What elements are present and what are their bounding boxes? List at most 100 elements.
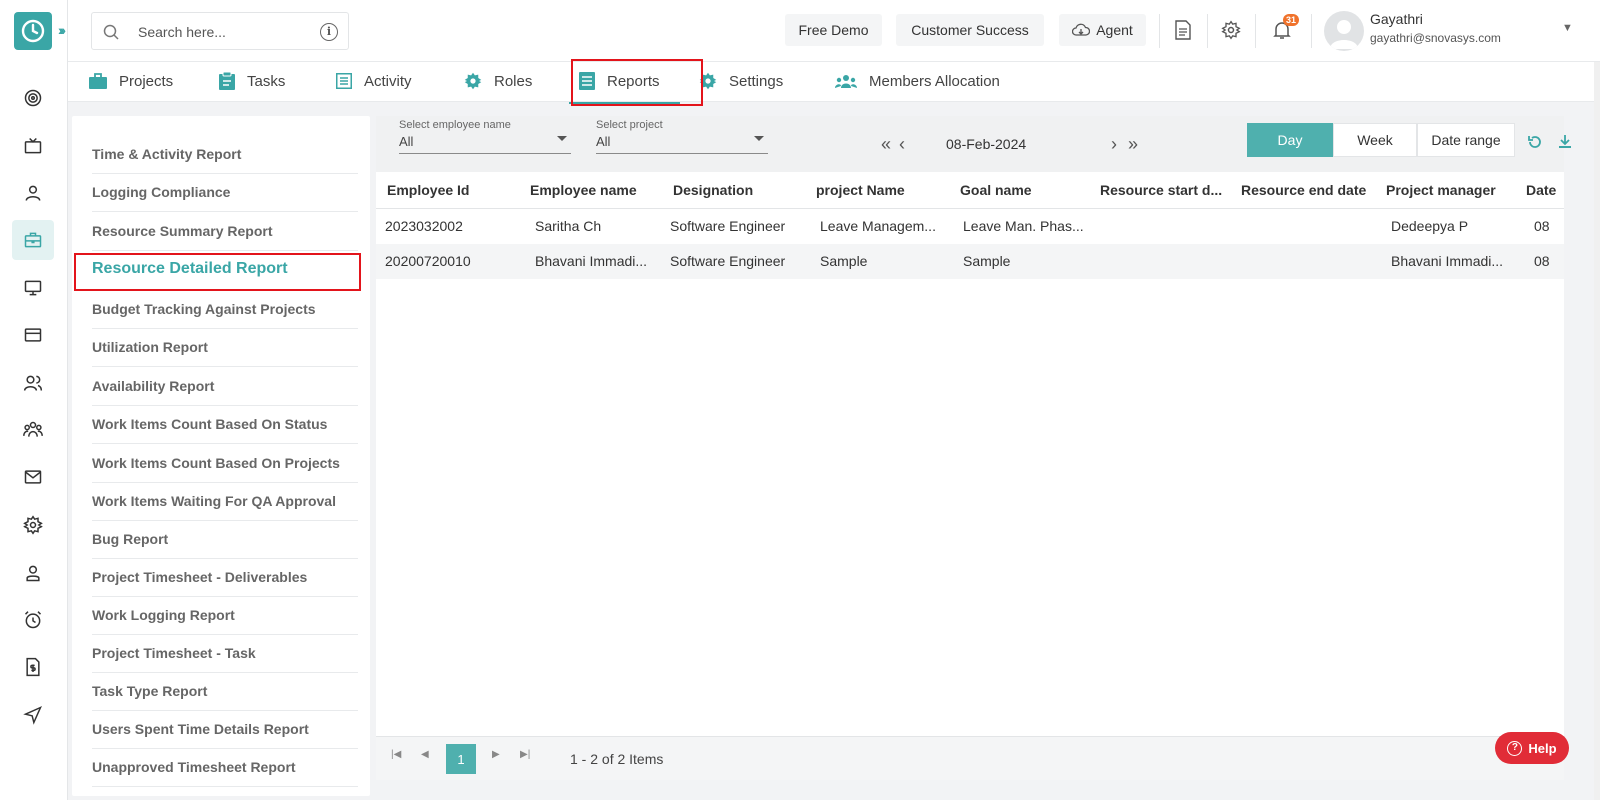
customer-success-button[interactable]: Customer Success — [896, 14, 1044, 46]
current-date: 08-Feb-2024 — [946, 136, 1027, 152]
dashboard-icon[interactable] — [12, 78, 54, 118]
report-item[interactable]: Time & Activity Report — [92, 136, 358, 174]
report-item[interactable]: Task Type Report — [92, 673, 358, 711]
week-button[interactable]: Week — [1333, 123, 1417, 157]
gear-icon — [464, 72, 482, 90]
refresh-icon[interactable] — [1527, 134, 1543, 155]
tab-members-allocation[interactable]: Members Allocation — [835, 62, 1000, 100]
tab-reports[interactable]: Reports — [569, 62, 679, 104]
user-icon[interactable] — [12, 173, 54, 213]
gear-icon — [699, 72, 717, 90]
table-row[interactable]: 2023032002 Saritha Ch Software Engineer … — [376, 209, 1564, 244]
table-cell: Saritha Ch — [535, 218, 602, 234]
chevron-down-icon — [557, 136, 567, 141]
table-cell: Bhavani Immadi... — [1391, 253, 1504, 269]
document-icon[interactable] — [1171, 18, 1195, 42]
download-icon[interactable] — [1557, 134, 1573, 155]
tab-projects[interactable]: Projects — [89, 62, 173, 100]
users-icon[interactable] — [12, 363, 54, 403]
team-icon[interactable] — [12, 410, 54, 450]
info-icon[interactable]: i — [320, 23, 338, 41]
date-range-button[interactable]: Date range — [1417, 123, 1515, 157]
tab-bar: Projects Tasks Activity Roles Reports Se… — [68, 62, 1600, 104]
page-number[interactable]: 1 — [446, 744, 476, 774]
table-cell: 08 — [1534, 218, 1550, 234]
send-icon[interactable] — [12, 695, 54, 735]
report-item[interactable]: Project Timesheet - Deliverables — [92, 559, 358, 597]
last-date-icon[interactable]: » — [1128, 134, 1138, 155]
alarm-clock-icon[interactable] — [12, 600, 54, 640]
document-icon — [579, 72, 595, 90]
report-item[interactable]: Logging Compliance — [92, 174, 358, 212]
expand-nav-icon[interactable]: ››› — [58, 22, 66, 38]
tab-activity[interactable]: Activity — [336, 62, 412, 100]
report-item[interactable]: Work Items Count Based On Status — [92, 406, 358, 444]
next-page-icon[interactable]: ▶ — [492, 749, 500, 760]
tab-settings[interactable]: Settings — [699, 62, 783, 100]
report-item[interactable]: Work Items Count Based On Projects — [92, 445, 358, 483]
tab-tasks[interactable]: Tasks — [219, 62, 285, 100]
credit-card-icon[interactable] — [12, 315, 54, 355]
report-item[interactable]: Users Spent Time Details Report — [92, 711, 358, 749]
profile-icon[interactable] — [12, 553, 54, 593]
tab-roles[interactable]: Roles — [464, 62, 532, 100]
report-item[interactable]: Project Timesheet - Task — [92, 635, 358, 673]
report-content: Select employee name All Select project … — [376, 116, 1571, 780]
day-button[interactable]: Day — [1247, 123, 1333, 157]
tv-icon[interactable] — [12, 126, 54, 166]
people-icon — [835, 74, 857, 88]
report-item[interactable]: Budget Tracking Against Projects — [92, 291, 358, 329]
agent-button[interactable]: Agent — [1059, 14, 1146, 46]
column-header[interactable]: project Name — [816, 182, 946, 198]
projects-briefcase-icon[interactable] — [12, 220, 54, 260]
report-item[interactable]: Availability Report — [92, 368, 358, 406]
settings-icon[interactable] — [1219, 18, 1243, 42]
first-date-icon[interactable]: « — [881, 134, 891, 155]
invoice-icon[interactable] — [12, 647, 54, 687]
table-cell: Software Engineer — [670, 253, 786, 269]
notification-bell-icon[interactable]: 31 — [1270, 14, 1300, 42]
employee-select[interactable]: Select employee name All — [399, 116, 571, 154]
next-date-icon[interactable]: › — [1111, 134, 1117, 155]
settings-gear-icon[interactable] — [12, 505, 54, 545]
chevron-down-icon[interactable]: ▼ — [1562, 22, 1573, 34]
column-header[interactable]: Designation — [673, 182, 803, 198]
scrollbar[interactable] — [1594, 62, 1600, 800]
user-email: gayathri@snovasys.com — [1370, 31, 1501, 45]
prev-date-icon[interactable]: ‹ — [899, 134, 905, 155]
mail-icon[interactable] — [12, 457, 54, 497]
column-header[interactable]: Resource start d... — [1100, 182, 1230, 198]
table-cell: Dedeepya P — [1391, 218, 1469, 234]
monitor-icon[interactable] — [12, 268, 54, 308]
table-row[interactable]: 20200720010 Bhavani Immadi... Software E… — [376, 244, 1564, 279]
column-header[interactable]: Date — [1526, 182, 1564, 198]
project-select[interactable]: Select project All — [596, 116, 768, 154]
column-header[interactable]: Employee name — [530, 182, 660, 198]
report-item[interactable]: Unapproved Timesheet Report — [92, 749, 358, 787]
report-item[interactable]: Utilization Report — [92, 329, 358, 367]
column-header[interactable]: Resource end date — [1241, 182, 1376, 198]
help-button[interactable]: ? Help — [1495, 732, 1569, 764]
search-box[interactable]: i — [91, 12, 349, 50]
report-item[interactable]: Work Logging Report — [92, 597, 358, 635]
column-header[interactable]: Goal name — [960, 182, 1090, 198]
divider — [1207, 14, 1208, 48]
first-page-icon[interactable]: |◀ — [391, 749, 401, 760]
prev-page-icon[interactable]: ◀ — [421, 749, 429, 760]
search-input[interactable] — [138, 21, 308, 43]
report-item[interactable]: Work Items Waiting For QA Approval — [92, 483, 358, 521]
tab-label: Roles — [494, 72, 533, 90]
report-item[interactable]: Bug Report — [92, 521, 358, 559]
pagination-info: 1 - 2 of 2 Items — [570, 751, 664, 767]
report-item[interactable]: Resource Summary Report — [92, 213, 358, 251]
select-label: Select employee name — [399, 119, 511, 131]
column-header[interactable]: Employee Id — [387, 182, 517, 198]
app-logo-icon[interactable] — [14, 12, 52, 50]
column-header[interactable]: Project manager — [1386, 182, 1521, 198]
report-item-active[interactable]: Resource Detailed Report — [92, 251, 358, 289]
free-demo-button[interactable]: Free Demo — [785, 14, 882, 46]
list-icon — [336, 73, 352, 89]
table-cell: Leave Managem... — [820, 218, 936, 234]
last-page-icon[interactable]: ▶| — [520, 749, 530, 760]
avatar[interactable] — [1324, 11, 1364, 51]
